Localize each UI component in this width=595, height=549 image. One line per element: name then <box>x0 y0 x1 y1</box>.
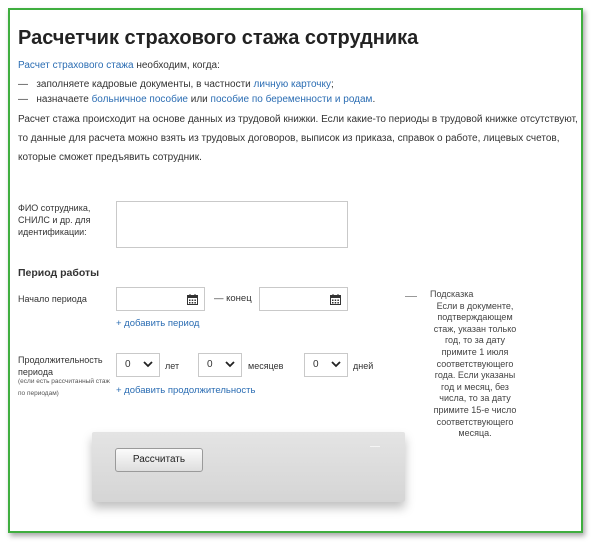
personal-card-link[interactable]: личную карточку <box>254 79 331 90</box>
days-select[interactable]: 0 <box>304 353 348 377</box>
days-unit: дней <box>353 361 374 371</box>
duration-label: Продолжительность периода <box>18 355 103 377</box>
intro-link[interactable]: Расчет страхового стажа <box>18 60 134 71</box>
panel-highlight <box>370 446 380 447</box>
add-duration-link[interactable]: + добавить продолжительность <box>116 385 255 396</box>
years-select[interactable]: 0 <box>116 353 160 377</box>
bullet-tail: ; <box>330 79 334 90</box>
start-label: Начало периода <box>18 294 87 304</box>
bullet-dash: — <box>18 79 28 90</box>
bullet-item-2: — назначаете больничное пособие или посо… <box>18 90 375 109</box>
hint-connector <box>405 296 417 297</box>
hint-title: Подсказка <box>430 289 474 299</box>
fio-input[interactable] <box>116 201 348 248</box>
description-paragraph: Расчет стажа происходит на основе данных… <box>18 110 583 167</box>
duration-note: (если есть рассчитанный стаж по периодам… <box>18 378 110 397</box>
maternity-link[interactable]: пособие по беременности и родам <box>211 94 373 105</box>
days-value: 0 <box>313 359 319 370</box>
description-text: Расчет стажа происходит на основе данных… <box>18 114 578 163</box>
bullet-dash: — <box>18 94 28 105</box>
page-title: Расчетчик страхового стажа сотрудника <box>18 27 419 49</box>
chevron-down-icon <box>225 361 235 368</box>
fio-label: ФИО сотрудника, СНИЛС и др. для идентифи… <box>18 203 91 237</box>
intro-text: необходим, когда: <box>133 60 220 71</box>
calendar-icon[interactable] <box>187 294 198 305</box>
years-unit: лет <box>165 361 180 371</box>
hint-text: Если в документе, подтверждающем стаж, у… <box>433 300 517 439</box>
months-select[interactable]: 0 <box>198 353 242 377</box>
chevron-down-icon <box>331 361 341 368</box>
bullet-mid: или <box>187 94 211 105</box>
period-heading: Период работы <box>18 267 100 279</box>
end-date-input[interactable] <box>259 287 348 311</box>
bullet-text: заполняете кадровые документы, в частнос… <box>36 79 254 90</box>
months-unit: месяцев <box>248 361 284 371</box>
bullet-tail: . <box>372 94 376 105</box>
years-value: 0 <box>125 359 131 370</box>
sick-pay-link[interactable]: больничное пособие <box>92 94 188 105</box>
months-value: 0 <box>207 359 213 370</box>
chevron-down-icon <box>143 361 153 368</box>
start-date-input[interactable] <box>116 287 205 311</box>
calculate-button[interactable]: Рассчитать <box>115 448 203 472</box>
add-period-link[interactable]: + добавить период <box>116 318 199 329</box>
calendar-icon[interactable] <box>330 294 341 305</box>
bullet-text: назначаете <box>36 94 92 105</box>
end-label: — конец <box>214 293 252 304</box>
intro-line: Расчет страхового стажа необходим, когда… <box>18 56 220 75</box>
hint-box: Подсказка Если в документе, подтверждающ… <box>430 289 520 440</box>
